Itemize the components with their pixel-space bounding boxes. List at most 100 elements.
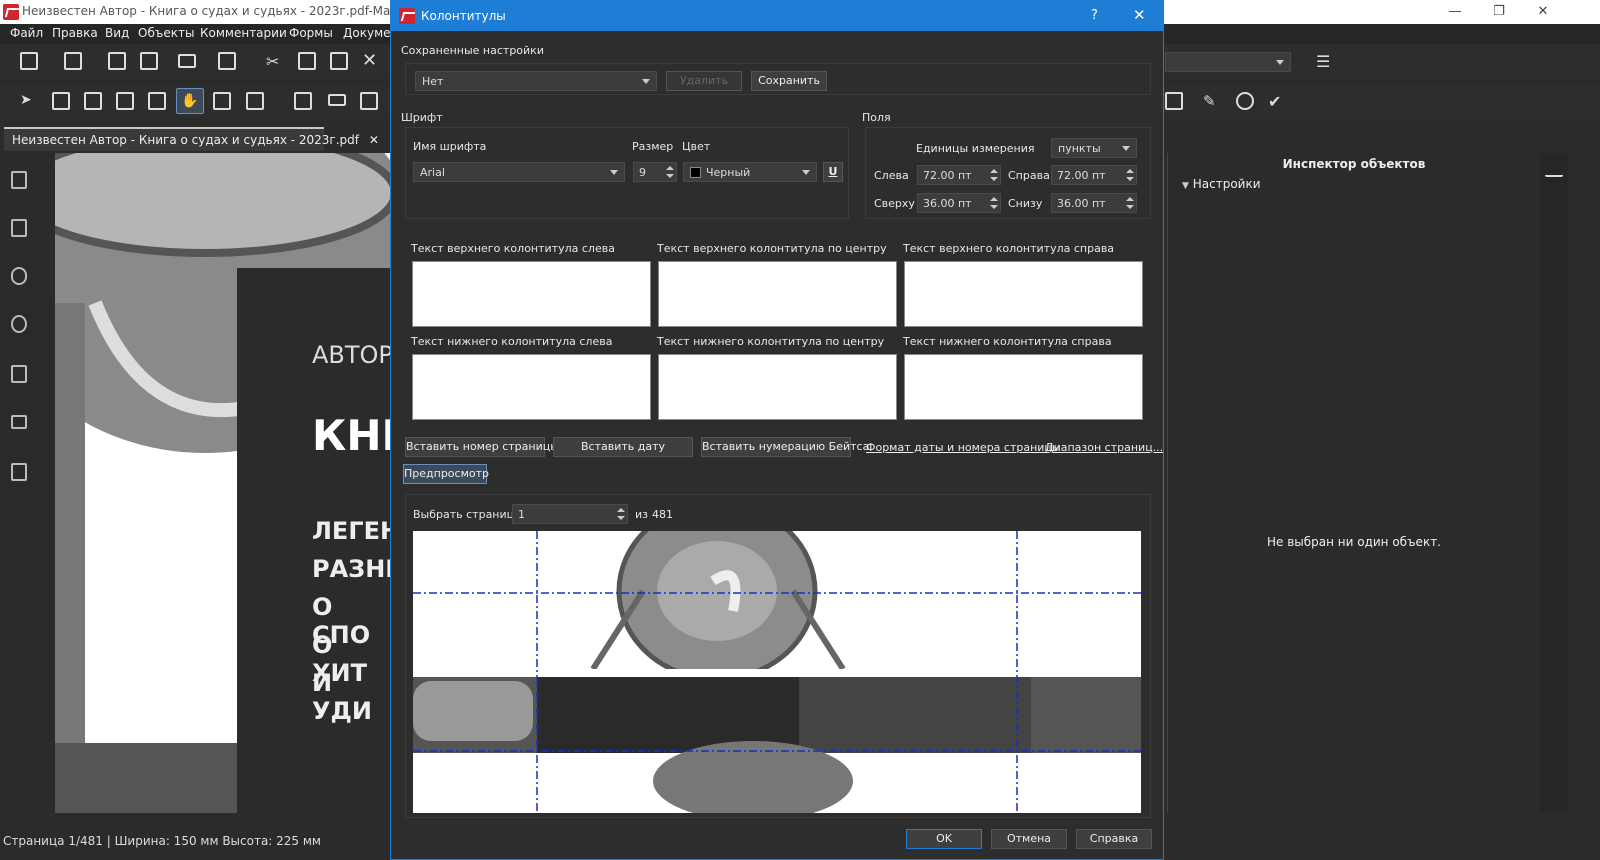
units-label: Единицы измерения — [916, 142, 1035, 155]
menu-edit[interactable]: Правка — [52, 26, 98, 40]
page-number-spinner[interactable]: 1 — [512, 504, 628, 524]
paste-icon[interactable] — [330, 52, 348, 70]
menu-forms[interactable]: Формы — [289, 26, 333, 40]
footer-left-textarea[interactable] — [412, 354, 651, 420]
align-icon[interactable] — [1165, 92, 1183, 110]
font-size-value: 9 — [639, 166, 646, 179]
insert-bates-button[interactable]: Вставить нумерацию Бейтса — [701, 437, 869, 457]
attachments-icon[interactable] — [11, 267, 27, 285]
underline-button[interactable]: U — [823, 162, 843, 182]
search-icon[interactable] — [1236, 92, 1254, 110]
ok-button[interactable]: OK — [906, 829, 982, 849]
footer-center-textarea[interactable] — [658, 354, 897, 420]
menu-lines-icon[interactable]: ☰ — [1316, 52, 1334, 71]
dialog-close-icon[interactable]: ✕ — [1133, 6, 1146, 24]
menu-view[interactable]: Вид — [105, 26, 129, 40]
saved-settings-label: Сохраненные настройки — [401, 44, 544, 57]
document-page[interactable]: АВТОР КНИ ЛЕГЕН РАЗНЬ О СПО О ХИТ И УДИ — [55, 153, 393, 813]
email-icon[interactable] — [178, 54, 196, 68]
edit-text-icon[interactable] — [84, 92, 102, 110]
page-range-link[interactable]: Диапазон страниц... — [1045, 441, 1163, 454]
open-folder-icon[interactable] — [64, 52, 82, 70]
restore-icon[interactable]: ❐ — [1484, 2, 1514, 22]
left-panel-icons — [4, 153, 34, 813]
left-margin-value: 72.00 пт — [923, 169, 972, 182]
saved-settings-select[interactable]: Нет — [415, 71, 657, 91]
save-icon[interactable] — [108, 52, 126, 70]
toolbar-combo-right[interactable] — [1165, 52, 1291, 72]
object-inspector: Инспектор объектов ▼ Настройки Не выбран… — [1167, 153, 1539, 813]
inspector-settings-node[interactable]: ▼ Настройки — [1182, 177, 1261, 191]
bottom-margin-spinner[interactable]: 36.00 пт — [1051, 193, 1137, 213]
top-margin-label: Сверху — [874, 197, 915, 210]
document-tab[interactable]: Неизвестен Автор - Книга о судах и судья… — [4, 127, 379, 151]
panel-settings-icon[interactable] — [1545, 163, 1563, 177]
preview-graphic — [413, 531, 1141, 813]
margins-section-label: Поля — [862, 111, 891, 124]
save-preset-button[interactable]: Сохранить — [751, 71, 827, 91]
header-left-textarea[interactable] — [412, 261, 651, 327]
new-document-icon[interactable] — [20, 52, 38, 70]
saved-settings-value: Нет — [422, 75, 444, 88]
search-panel-icon[interactable] — [11, 315, 27, 333]
check-icon[interactable]: ✔ — [1268, 92, 1286, 111]
menu-comments[interactable]: Комментарии — [200, 26, 287, 40]
bottom-margin-label: Снизу — [1008, 197, 1043, 210]
thumbnails-icon[interactable] — [11, 463, 27, 481]
help-button[interactable]: Справка — [1076, 829, 1152, 849]
font-size-spinner[interactable]: 9 — [633, 162, 677, 182]
insert-page-number-button[interactable]: Вставить номер страницы — [405, 437, 559, 457]
select-area-icon[interactable] — [294, 92, 312, 110]
minimize-icon[interactable]: — — [1440, 2, 1470, 22]
bottom-margin-value: 36.00 пт — [1057, 197, 1106, 210]
preview-toggle-button[interactable]: Предпросмотр — [403, 464, 489, 484]
font-name-select[interactable]: Arial — [413, 162, 625, 182]
menu-objects[interactable]: Объекты — [138, 26, 194, 40]
units-value: пункты — [1058, 142, 1101, 155]
hand-tool-icon[interactable]: ✋ — [176, 88, 204, 114]
font-color-label: Цвет — [682, 140, 711, 153]
save-as-icon[interactable] — [140, 52, 158, 70]
insert-date-button[interactable]: Вставить дату — [553, 437, 693, 457]
font-color-select[interactable]: Черный — [683, 162, 817, 182]
cancel-button[interactable]: Отмена — [991, 829, 1067, 849]
top-margin-spinner[interactable]: 36.00 пт — [917, 193, 1001, 213]
menu-file[interactable]: Файл — [10, 26, 43, 40]
signatures-icon[interactable] — [11, 415, 27, 429]
copy-icon[interactable] — [298, 52, 316, 70]
header-right-textarea[interactable] — [904, 261, 1143, 327]
cut-icon[interactable]: ✂ — [266, 52, 284, 71]
cover-line-5: И УДИ — [312, 669, 372, 725]
crop-icon[interactable] — [213, 92, 231, 110]
close-window-icon[interactable]: ✕ — [1528, 2, 1558, 22]
layers-icon[interactable] — [11, 365, 27, 383]
cover-line-1: ЛЕГЕН — [312, 517, 393, 545]
units-select[interactable]: пункты — [1051, 138, 1137, 158]
inspector-title: Инспектор объектов — [1282, 157, 1426, 171]
footer-center-label: Текст нижнего колонтитула по центру — [657, 335, 885, 348]
header-center-textarea[interactable] — [658, 261, 897, 327]
left-margin-spinner[interactable]: 72.00 пт — [917, 165, 1001, 185]
checkbox-icon[interactable] — [360, 92, 378, 110]
footer-right-textarea[interactable] — [904, 354, 1143, 420]
dialog-help-icon[interactable]: ? — [1091, 8, 1098, 23]
close-tab-icon[interactable]: ✕ — [369, 133, 379, 147]
select-arrow-icon[interactable]: ➤ — [20, 92, 38, 110]
edit-object-icon[interactable] — [116, 92, 134, 110]
bookmarks-icon[interactable] — [11, 219, 27, 237]
dialog-title: Колонтитулы — [421, 9, 506, 23]
delete-preset-button[interactable]: Удалить — [666, 71, 742, 91]
font-section-label: Шрифт — [401, 111, 443, 124]
right-margin-spinner[interactable]: 72.00 пт — [1051, 165, 1137, 185]
eraser-icon[interactable]: ✎ — [1203, 92, 1221, 110]
field-icon[interactable] — [328, 94, 346, 106]
font-name-label: Имя шрифта — [413, 140, 487, 153]
date-format-link[interactable]: Формат даты и номера страницы — [866, 441, 1061, 454]
cover-line-2: РАЗНЬ — [312, 555, 393, 583]
print-icon[interactable] — [218, 52, 236, 70]
delete-icon[interactable]: ✕ — [362, 50, 380, 71]
snapshot-icon[interactable] — [246, 92, 264, 110]
pages-icon[interactable] — [11, 171, 27, 189]
text-tool-icon[interactable] — [52, 92, 70, 110]
form-icon[interactable] — [148, 92, 166, 110]
